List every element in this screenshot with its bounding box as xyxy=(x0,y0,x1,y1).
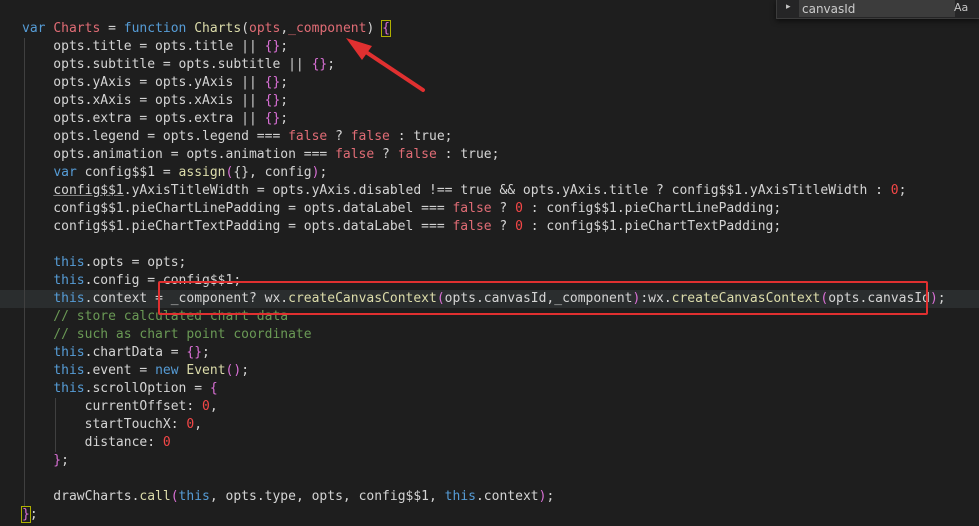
annotation-arrow xyxy=(346,38,425,92)
